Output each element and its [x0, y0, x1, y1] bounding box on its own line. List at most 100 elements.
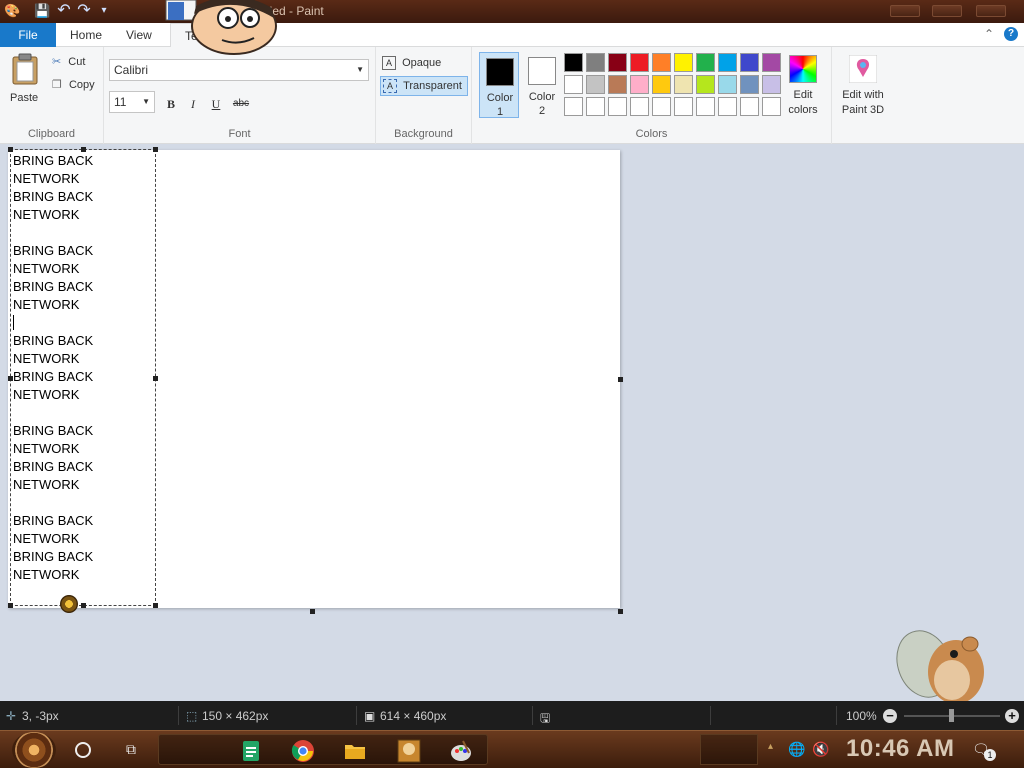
search-icon[interactable] [75, 742, 91, 758]
zoom-in-button[interactable]: + [1005, 709, 1019, 723]
color2-button[interactable]: Color 2 [522, 52, 562, 118]
palette-swatch[interactable] [674, 97, 693, 116]
text-line: BRING BACK [13, 153, 94, 168]
font-group-label: Font [228, 128, 251, 140]
save-icon[interactable]: 💾 [34, 3, 50, 19]
cartoon-mascot-image [165, 0, 277, 55]
color1-button[interactable]: Color 1 [479, 52, 519, 118]
textbox-handle-right[interactable] [153, 376, 158, 381]
palette-swatch[interactable] [608, 97, 627, 116]
palette-swatch[interactable] [652, 75, 671, 94]
title-bar: 🎨 💾 ↶ ↷ ▾ Untitled - Paint [0, 0, 1024, 23]
paste-button[interactable]: Paste [10, 53, 44, 109]
maximize-button[interactable] [932, 5, 962, 17]
minimize-button[interactable] [890, 5, 920, 17]
palette-swatch[interactable] [630, 97, 649, 116]
palette-swatch[interactable] [718, 53, 737, 72]
chevron-down-icon: ▼ [356, 65, 364, 74]
palette-swatch[interactable] [564, 75, 583, 94]
palette-swatch[interactable] [696, 53, 715, 72]
cut-label: Cut [68, 56, 86, 68]
textbox-handle-bottom[interactable] [81, 603, 86, 608]
palette-swatch[interactable] [652, 97, 671, 116]
sheets-app-icon[interactable] [239, 739, 263, 763]
opaque-button[interactable]: A Opaque [382, 54, 466, 72]
palette-swatch[interactable] [696, 75, 715, 94]
palette-swatch[interactable] [586, 75, 605, 94]
tab-view[interactable]: View [112, 23, 166, 47]
strikethrough-button[interactable]: abc [230, 95, 252, 113]
palette-swatch[interactable] [740, 75, 759, 94]
textbox-handle-tr[interactable] [153, 147, 158, 152]
taskbar-clock[interactable]: 10:46 AM [846, 735, 954, 763]
paint-app-icon[interactable] [449, 739, 473, 763]
palette-swatch[interactable] [740, 97, 759, 116]
start-button[interactable] [12, 732, 56, 768]
zoom-slider-thumb[interactable] [949, 709, 954, 722]
text-line: BRING BACK [13, 423, 94, 438]
help-icon[interactable]: ? [1004, 27, 1018, 41]
canvas-size: 614 × 460px [380, 709, 447, 723]
palette-swatch[interactable] [652, 53, 671, 72]
zoom-out-button[interactable]: − [883, 709, 897, 723]
network-icon[interactable]: 🌐 [788, 741, 805, 758]
textbox-handle-bl[interactable] [8, 603, 13, 608]
show-hidden-icons-icon[interactable]: ▴ [768, 741, 773, 752]
edit-with-paint3d-button[interactable]: Edit with Paint 3D [834, 55, 892, 118]
chevron-down-icon: ▼ [142, 97, 150, 106]
undo-icon[interactable]: ↶ [56, 3, 72, 19]
copy-button[interactable]: ❐ Copy [52, 78, 95, 91]
palette-swatch[interactable] [696, 97, 715, 116]
italic-button[interactable]: I [184, 95, 202, 113]
palette-swatch[interactable] [674, 75, 693, 94]
textbox-handle-br[interactable] [153, 603, 158, 608]
tab-file[interactable]: File [0, 23, 56, 47]
text-line [13, 494, 93, 512]
underline-button[interactable]: U [207, 95, 225, 113]
scissors-icon: ✂ [52, 56, 62, 68]
palette-swatch[interactable] [586, 53, 605, 72]
collapse-ribbon-icon[interactable]: ⌃ [984, 27, 994, 41]
copy-label: Copy [68, 79, 95, 91]
text-content[interactable]: BRING BACK NETWORK BRING BACK NETWORK BRING … [13, 152, 93, 584]
palette-swatch[interactable] [718, 97, 737, 116]
palette-swatch[interactable] [740, 53, 759, 72]
palette-swatch[interactable] [630, 75, 649, 94]
palette-swatch[interactable] [630, 53, 649, 72]
tab-home[interactable]: Home [56, 23, 116, 47]
paste-label: Paste [10, 92, 39, 104]
palette-swatch[interactable] [674, 53, 693, 72]
palette-swatch[interactable] [564, 97, 583, 116]
bold-button[interactable]: B [162, 95, 180, 113]
font-group: Calibri ▼ 11 ▼ B I U abc Font [104, 47, 376, 144]
volume-muted-icon[interactable]: 🔇 [812, 741, 829, 758]
clipboard-group-label: Clipboard [27, 128, 76, 140]
palette-swatch[interactable] [608, 75, 627, 94]
customize-quick-access-icon[interactable]: ▾ [96, 3, 112, 19]
color1-swatch [486, 58, 514, 86]
paint3d-group: Edit with Paint 3D [832, 47, 896, 144]
game-app-icon[interactable] [397, 739, 421, 763]
transparent-button[interactable]: A Transparent [380, 76, 468, 96]
chrome-app-icon[interactable] [291, 739, 315, 763]
palette-swatch[interactable] [586, 97, 605, 116]
canvas-resize-handle-bottom[interactable] [310, 609, 315, 614]
edit-with-paint3d-label: Edit with Paint 3D [841, 89, 885, 116]
close-button[interactable] [976, 5, 1006, 17]
font-size-select[interactable]: 11 ▼ [109, 91, 155, 113]
file-explorer-app-icon[interactable] [343, 739, 367, 763]
gear-cursor-icon [60, 595, 78, 613]
task-view-icon[interactable]: ⧉ [122, 741, 140, 758]
palette-swatch[interactable] [564, 53, 583, 72]
paint-app-icon[interactable]: 🎨 [4, 3, 20, 19]
palette-swatch[interactable] [608, 53, 627, 72]
text-line: BRING BACK [13, 513, 94, 528]
canvas-resize-handle-right[interactable] [618, 377, 623, 382]
canvas-resize-handle-corner[interactable] [618, 609, 623, 614]
text-caret [13, 315, 14, 330]
edit-colors-button[interactable]: Edit colors [778, 55, 828, 118]
font-family-select[interactable]: Calibri ▼ [109, 59, 369, 81]
palette-swatch[interactable] [718, 75, 737, 94]
redo-icon[interactable]: ↷ [76, 3, 92, 19]
cut-button[interactable]: ✂ Cut [52, 55, 85, 68]
